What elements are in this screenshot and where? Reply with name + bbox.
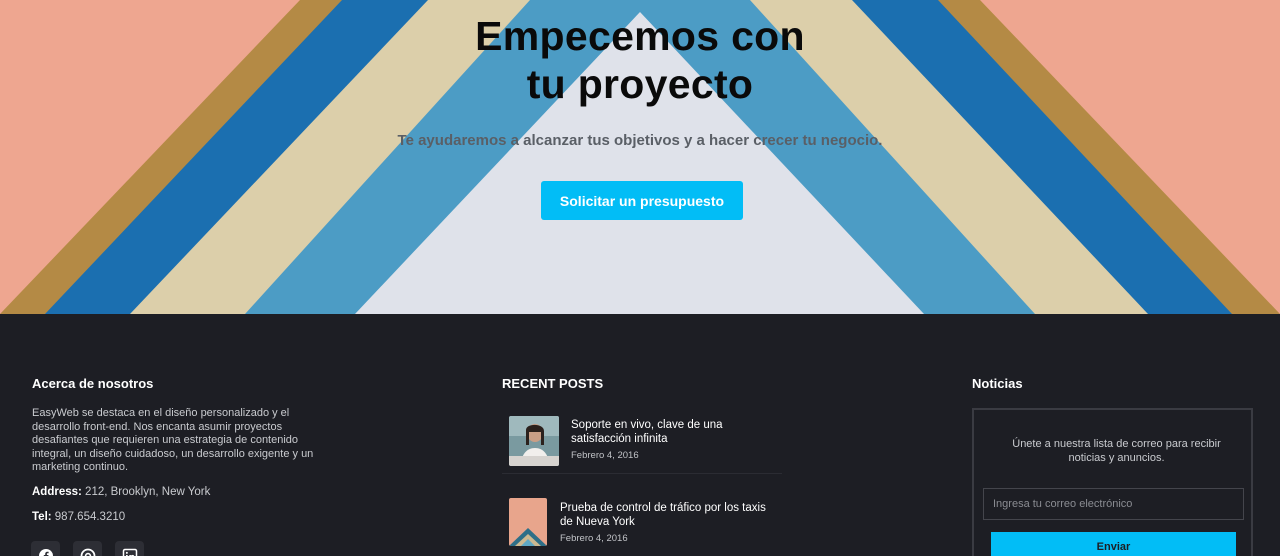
- post-item[interactable]: Soporte en vivo, clave de una satisfacci…: [502, 408, 782, 474]
- linkedin-icon: [122, 548, 137, 556]
- facebook-link[interactable]: [31, 541, 60, 556]
- submit-button[interactable]: Enviar: [991, 532, 1236, 556]
- post-thumbnail: [509, 416, 559, 466]
- email-input[interactable]: [983, 488, 1244, 520]
- post-title[interactable]: Prueba de control de tráfico por los tax…: [560, 501, 775, 529]
- recent-posts-title: RECENT POSTS: [502, 376, 604, 391]
- dribbble-icon: [80, 548, 95, 556]
- hero-section: Empecemos con tu proyecto Te ayudaremos …: [0, 0, 1280, 314]
- address-value: 212, Brooklyn, New York: [81, 486, 211, 498]
- hero-title-line2: tu proyecto: [526, 61, 754, 107]
- hero-content: Empecemos con tu proyecto Te ayudaremos …: [0, 0, 1280, 314]
- tel-label: Tel:: [32, 511, 52, 523]
- about-title: Acerca de nosotros: [32, 376, 154, 391]
- hero-title-line1: Empecemos con: [475, 13, 805, 59]
- post-thumbnail: [509, 498, 547, 546]
- footer: Acerca de nosotros EasyWeb se destaca en…: [0, 314, 1280, 556]
- post-title[interactable]: Soporte en vivo, clave de una satisfacci…: [571, 418, 776, 446]
- tel-value: 987.654.3210: [51, 511, 126, 523]
- facebook-icon: [38, 548, 53, 556]
- post-item[interactable]: Prueba de control de tráfico por los tax…: [502, 488, 782, 556]
- request-quote-button[interactable]: Solicitar un presupuesto: [541, 181, 743, 220]
- hero-title: Empecemos con tu proyecto: [0, 12, 1280, 108]
- hero-subtitle: Te ayudaremos a alcanzar tus objetivos y…: [397, 132, 883, 149]
- newsletter-box: Únete a nuestra lista de correo para rec…: [972, 408, 1253, 556]
- tel-line: Tel: 987.654.3210: [32, 511, 125, 523]
- about-text: EasyWeb se destaca en el diseño personal…: [32, 407, 314, 474]
- dribbble-link[interactable]: [73, 541, 102, 556]
- address-line: Address: 212, Brooklyn, New York: [32, 486, 210, 498]
- address-label: Address:: [32, 486, 82, 498]
- linkedin-link[interactable]: [115, 541, 144, 556]
- post-date: Febrero 4, 2016: [560, 533, 628, 544]
- newsletter-title: Noticias: [972, 376, 1023, 391]
- post-date: Febrero 4, 2016: [571, 450, 639, 461]
- newsletter-text: Únete a nuestra lista de correo para rec…: [1012, 438, 1221, 464]
